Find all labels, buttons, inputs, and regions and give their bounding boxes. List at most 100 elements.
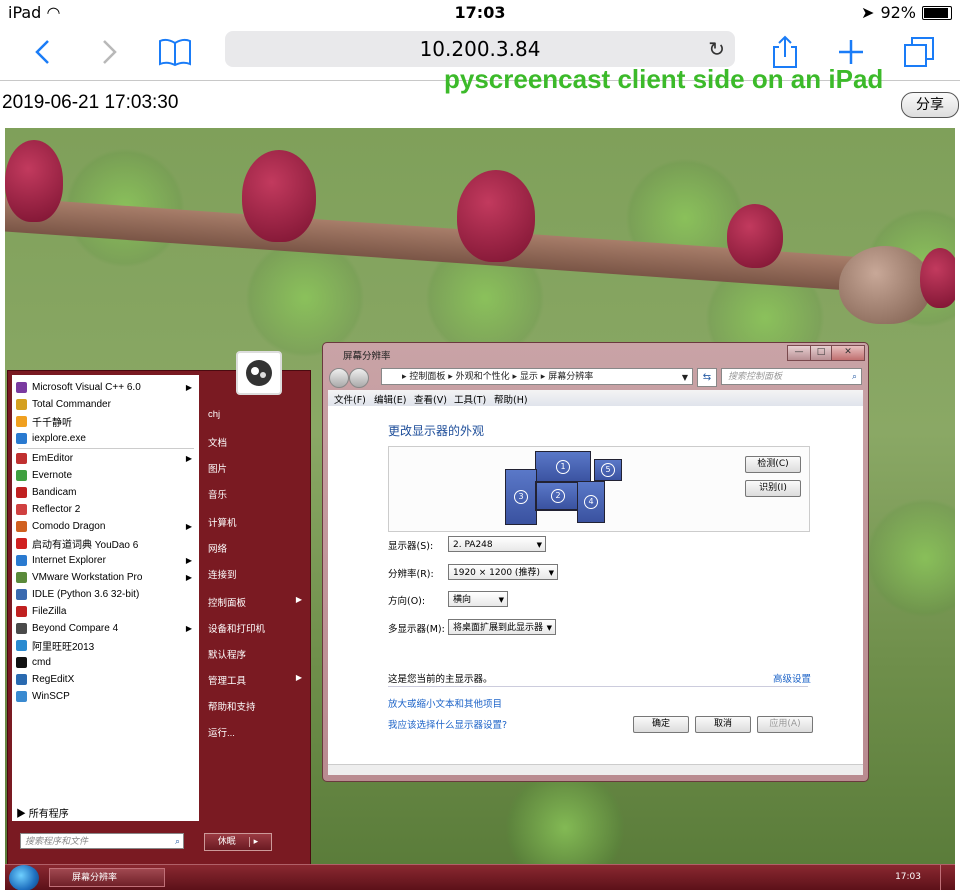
- menu-item[interactable]: 编辑(E): [374, 392, 406, 406]
- start-right-item[interactable]: 管理工具 ▶: [208, 673, 306, 687]
- program-item[interactable]: IDLE (Python 3.6 32-bit): [16, 586, 196, 603]
- shutdown-arrow-icon[interactable]: ▸: [248, 837, 259, 847]
- identify-button[interactable]: 识别(I): [745, 480, 801, 497]
- program-item[interactable]: 启动有道词典 YouDao 6: [16, 535, 196, 552]
- chevron-down-icon: ▼: [498, 596, 504, 604]
- program-item[interactable]: WinSCP: [16, 688, 196, 705]
- monitor-1[interactable]: 1: [535, 451, 591, 483]
- monitor-5[interactable]: 5: [594, 459, 622, 481]
- program-item[interactable]: Evernote: [16, 467, 196, 484]
- text-size-link[interactable]: 放大或缩小文本和其他项目: [388, 696, 502, 710]
- breadcrumb-item[interactable]: 显示: [520, 372, 538, 382]
- menu-item[interactable]: 工具(T): [454, 392, 486, 406]
- program-icon: [16, 572, 27, 583]
- program-icon: [16, 504, 27, 515]
- breadcrumb-separator: ▸: [509, 372, 520, 382]
- reload-icon[interactable]: ↻: [708, 31, 725, 67]
- share-pill-button[interactable]: 分享: [901, 92, 959, 118]
- submenu-arrow-icon: ▶: [295, 595, 302, 604]
- all-programs-label: ▶ 所有程序: [16, 809, 69, 820]
- minimize-button[interactable]: —: [787, 345, 811, 361]
- search-icon: ⌕: [851, 372, 857, 382]
- shutdown-button[interactable]: 休眠 ▸: [204, 833, 272, 851]
- start-right-item[interactable]: 运行...: [208, 725, 306, 739]
- menu-item[interactable]: 文件(F): [334, 392, 366, 406]
- bookmarks-button[interactable]: [155, 32, 195, 72]
- program-item[interactable]: Microsoft Visual C++ 6.0 ▶: [16, 379, 196, 396]
- wallpaper-bud: [242, 150, 316, 242]
- program-label: iexplore.exe: [32, 433, 86, 444]
- start-right-item[interactable]: 设备和打印机: [208, 621, 306, 635]
- forward-button[interactable]: [90, 32, 130, 72]
- start-right-item[interactable]: 图片: [208, 461, 306, 475]
- start-right-item[interactable]: 帮助和支持: [208, 699, 306, 713]
- chevron-down-icon[interactable]: ▼: [682, 369, 688, 386]
- start-right-item[interactable]: 文档: [208, 435, 306, 449]
- program-item[interactable]: Comodo Dragon ▶: [16, 518, 196, 535]
- resolution-select[interactable]: 1920 × 1200 (推荐) ▼: [448, 564, 558, 580]
- program-item[interactable]: FileZilla: [16, 603, 196, 620]
- program-item[interactable]: 千千静听: [16, 413, 196, 430]
- display-settings-help-link[interactable]: 我应该选择什么显示器设置?: [388, 717, 507, 731]
- maximize-button[interactable]: □: [810, 345, 832, 361]
- tabs-button[interactable]: [899, 32, 939, 72]
- menu-item[interactable]: 帮助(H): [494, 392, 528, 406]
- taskbar-item-screen-resolution[interactable]: 屏幕分辨率: [49, 868, 165, 887]
- user-picture[interactable]: [236, 351, 282, 395]
- orientation-select[interactable]: 横向 ▼: [448, 591, 508, 607]
- program-item[interactable]: Internet Explorer ▶: [16, 552, 196, 569]
- program-item[interactable]: cmd: [16, 654, 196, 671]
- start-button[interactable]: [9, 865, 39, 890]
- program-item[interactable]: Total Commander: [16, 396, 196, 413]
- ios-status-bar: iPad ◠ 17:03 ➤ 92%: [0, 0, 960, 26]
- program-item[interactable]: 阿里旺旺2013: [16, 637, 196, 654]
- location-icon: ➤: [861, 3, 875, 22]
- close-button[interactable]: ✕: [831, 345, 865, 361]
- program-item[interactable]: Beyond Compare 4 ▶: [16, 620, 196, 637]
- ok-button[interactable]: 确定: [633, 716, 689, 733]
- control-panel-search[interactable]: 搜索控制面板 ⌕: [721, 368, 862, 385]
- monitor-2[interactable]: 2: [535, 481, 581, 511]
- start-right-item-label: 设备和打印机: [208, 624, 266, 635]
- start-right-item[interactable]: 默认程序: [208, 647, 306, 661]
- start-right-item[interactable]: chj: [208, 409, 306, 420]
- detect-button[interactable]: 检测(C): [745, 456, 801, 473]
- program-label: Beyond Compare 4: [32, 623, 119, 634]
- refresh-button[interactable]: ⇆: [697, 368, 717, 387]
- start-right-item[interactable]: 计算机: [208, 515, 306, 529]
- all-programs-row[interactable]: ▶ 所有程序: [12, 801, 199, 821]
- back-button[interactable]: [22, 32, 62, 72]
- start-right-item[interactable]: 网络: [208, 541, 306, 555]
- program-icon: [16, 606, 27, 617]
- program-item[interactable]: Reflector 2: [16, 501, 196, 518]
- program-item[interactable]: RegEditX: [16, 671, 196, 688]
- breadcrumb-item[interactable]: 屏幕分辨率: [548, 372, 593, 382]
- breadcrumb-item[interactable]: 控制面板: [409, 372, 445, 382]
- start-search-input[interactable]: 搜索程序和文件 ⌕: [20, 833, 184, 849]
- wallpaper-bud: [457, 170, 535, 262]
- breadcrumb-item[interactable]: 外观和个性化: [456, 372, 510, 382]
- advanced-settings-link[interactable]: 高级设置: [773, 671, 811, 685]
- back-nav-button[interactable]: [329, 368, 349, 388]
- program-item[interactable]: Bandicam: [16, 484, 196, 501]
- program-item[interactable]: iexplore.exe: [16, 430, 196, 447]
- program-item[interactable]: VMware Workstation Pro ▶: [16, 569, 196, 586]
- apply-button[interactable]: 应用(A): [757, 716, 813, 733]
- address-bar[interactable]: ▸ 控制面板 ▸ 外观和个性化 ▸ 显示 ▸ 屏幕分辨率 ▼: [381, 368, 693, 385]
- menu-item[interactable]: 查看(V): [414, 392, 447, 406]
- orientation-label: 方向(O):: [388, 596, 426, 607]
- program-item[interactable]: EmEditor ▶: [16, 450, 196, 467]
- start-right-item[interactable]: 连接到: [208, 567, 306, 581]
- cancel-button[interactable]: 取消: [695, 716, 751, 733]
- multi-display-select[interactable]: 将桌面扩展到此显示器 ▼: [448, 619, 556, 635]
- display-select[interactable]: 2. PA248 ▼: [448, 536, 546, 552]
- multi-display-label: 多显示器(M):: [388, 624, 445, 635]
- start-right-item[interactable]: 控制面板 ▶: [208, 595, 306, 609]
- taskbar-clock[interactable]: 17:03: [895, 872, 921, 882]
- monitor-4[interactable]: 4: [577, 481, 605, 523]
- forward-nav-button[interactable]: [349, 368, 369, 388]
- start-right-item[interactable]: 音乐: [208, 487, 306, 501]
- monitor-3[interactable]: 3: [505, 469, 537, 525]
- show-desktop-button[interactable]: [940, 865, 955, 890]
- url-bar[interactable]: 10.200.3.84 ↻: [225, 31, 735, 67]
